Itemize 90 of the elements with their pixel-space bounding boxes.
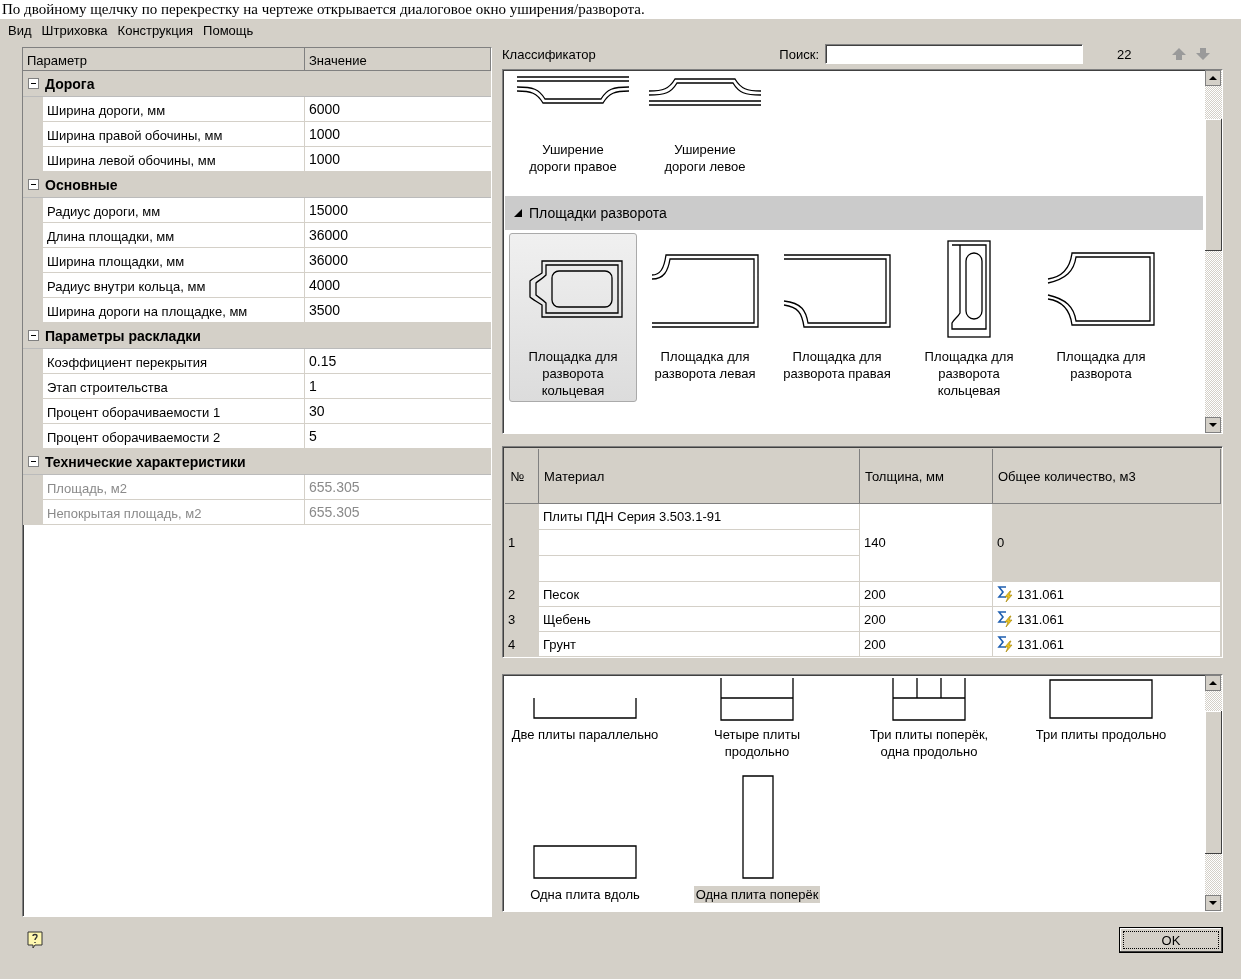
scroll-up-button[interactable] <box>1205 70 1221 86</box>
property-name: Процент оборачиваемости 2 <box>23 424 305 449</box>
collapse-triangle-icon[interactable] <box>513 208 523 218</box>
material-name: Плиты ПДН Серия 3.503.1-91 <box>543 509 722 524</box>
tile-label[interactable]: Три плиты поперёк, одна продольно <box>852 726 1006 760</box>
search-label: Поиск: <box>779 46 819 62</box>
gallery-tile[interactable]: Площадка для разворота левая <box>641 233 769 402</box>
row-number: 3 <box>508 611 516 627</box>
property-value[interactable]: 15000 <box>305 198 491 223</box>
gallery-tile[interactable]: Площадка для разворота кольцевая <box>509 233 637 402</box>
total-value: 0 <box>997 535 1005 550</box>
property-name: Непокрытая площадь, м2 <box>23 500 305 525</box>
tile-label[interactable]: Одна плита вдоль <box>528 886 642 903</box>
ok-button[interactable]: OK <box>1119 927 1223 953</box>
property-name: Ширина левой обочины, мм <box>23 147 305 172</box>
group-title: Параметры раскладки <box>45 327 201 344</box>
tile-label[interactable]: Четыре плиты продольно <box>680 726 834 760</box>
section-header[interactable]: Площадки разворота <box>505 196 1203 230</box>
column-header: Параметр <box>23 48 305 70</box>
property-name: Ширина дороги на площадке, мм <box>23 298 305 323</box>
thickness-value: 200 <box>864 636 886 652</box>
collapse-icon[interactable] <box>28 179 39 190</box>
scroll-thumb[interactable] <box>1205 711 1222 855</box>
scrollbar[interactable] <box>1205 70 1222 433</box>
scrollbar[interactable] <box>1205 675 1222 911</box>
collapse-icon[interactable] <box>28 330 39 341</box>
row-number: 4 <box>508 636 516 652</box>
property-name: Ширина площадки, мм <box>23 248 305 273</box>
column-header: Общее количество, м3 <box>992 449 1221 504</box>
group-title: Технические характеристики <box>45 453 246 470</box>
gallery-tile[interactable]: Уширение дороги правое <box>509 72 637 190</box>
property-value[interactable]: 4000 <box>305 273 491 298</box>
material-name: Грунт <box>543 636 577 652</box>
tile-label[interactable]: Три плиты продольно <box>1033 726 1169 743</box>
property-name: Радиус дороги, мм <box>23 198 305 223</box>
total-value: 131.061 <box>1017 636 1064 652</box>
property-name: Площадь, м2 <box>23 475 305 500</box>
menu-item[interactable]: Штриховка <box>37 21 112 39</box>
property-name: Радиус внутри кольца, мм <box>23 273 305 298</box>
menu-item[interactable]: Вид <box>4 21 36 39</box>
property-value[interactable]: 1 <box>305 374 491 399</box>
help-icon[interactable] <box>26 930 44 950</box>
material-name: Песок <box>543 586 580 602</box>
classifier-label: Классификатор <box>502 46 596 62</box>
gallery-tile[interactable]: Площадка для разворота правая <box>773 233 901 402</box>
instruction-text: По двойному щелчку по перекрестку на чертеже открывается диалоговое окно уширения/разворота. <box>1 0 646 19</box>
collapse-icon[interactable] <box>28 78 39 89</box>
menu-item[interactable]: Помощь <box>199 21 258 39</box>
column-header: Значение <box>305 48 491 70</box>
property-name: Процент оборачиваемости 1 <box>23 399 305 424</box>
property-name: Ширина дороги, мм <box>23 97 305 122</box>
column-header: Толщина, мм <box>859 449 993 504</box>
gallery-tile[interactable]: Площадка для разворота кольцевая <box>905 233 1033 402</box>
gallery-tile[interactable]: Уширение дороги левое <box>641 72 769 190</box>
property-value[interactable]: 6000 <box>305 97 491 122</box>
group-title: Основные <box>45 176 118 193</box>
result-count: 22 <box>1117 46 1133 62</box>
scroll-up-button[interactable] <box>1205 675 1221 691</box>
total-value: 131.061 <box>1017 611 1064 627</box>
scroll-down-button[interactable] <box>1205 895 1221 911</box>
property-name: Этап строительства <box>23 374 305 399</box>
gallery-tile[interactable]: Площадка для разворота <box>1037 233 1165 402</box>
property-name: Ширина правой обочины, мм <box>23 122 305 147</box>
row-number: 1 <box>508 535 516 550</box>
property-value: 655.305 <box>305 475 491 500</box>
section-title: Площадки разворота <box>529 205 667 221</box>
tile-label[interactable]: Две плиты параллельно <box>509 726 661 743</box>
property-value[interactable]: 0.15 <box>305 349 491 374</box>
scroll-down-button[interactable] <box>1205 417 1221 433</box>
search-field[interactable] <box>825 44 1083 64</box>
row-number: 2 <box>508 586 516 602</box>
total-value: 131.061 <box>1017 586 1064 602</box>
collapse-icon[interactable] <box>28 456 39 467</box>
column-header: Материал <box>538 449 860 504</box>
property-name: Коэффициент перекрытия <box>23 349 305 374</box>
thickness-value: 200 <box>864 586 886 602</box>
menu-item[interactable]: Конструкция <box>113 21 198 39</box>
property-value: 655.305 <box>305 500 491 525</box>
scroll-thumb[interactable] <box>1205 119 1222 252</box>
property-value[interactable]: 36000 <box>305 248 491 273</box>
property-value[interactable]: 30 <box>305 399 491 424</box>
property-value[interactable]: 1000 <box>305 122 491 147</box>
tile-label[interactable]: Одна плита поперёк <box>693 886 821 903</box>
property-name: Длина площадки, мм <box>23 223 305 248</box>
thickness-value: 140 <box>864 535 886 550</box>
column-header: № <box>505 449 539 504</box>
material-name: Щебень <box>543 611 591 627</box>
thickness-value: 200 <box>864 611 886 627</box>
property-value[interactable]: 36000 <box>305 223 491 248</box>
group-title: Дорога <box>45 75 95 92</box>
